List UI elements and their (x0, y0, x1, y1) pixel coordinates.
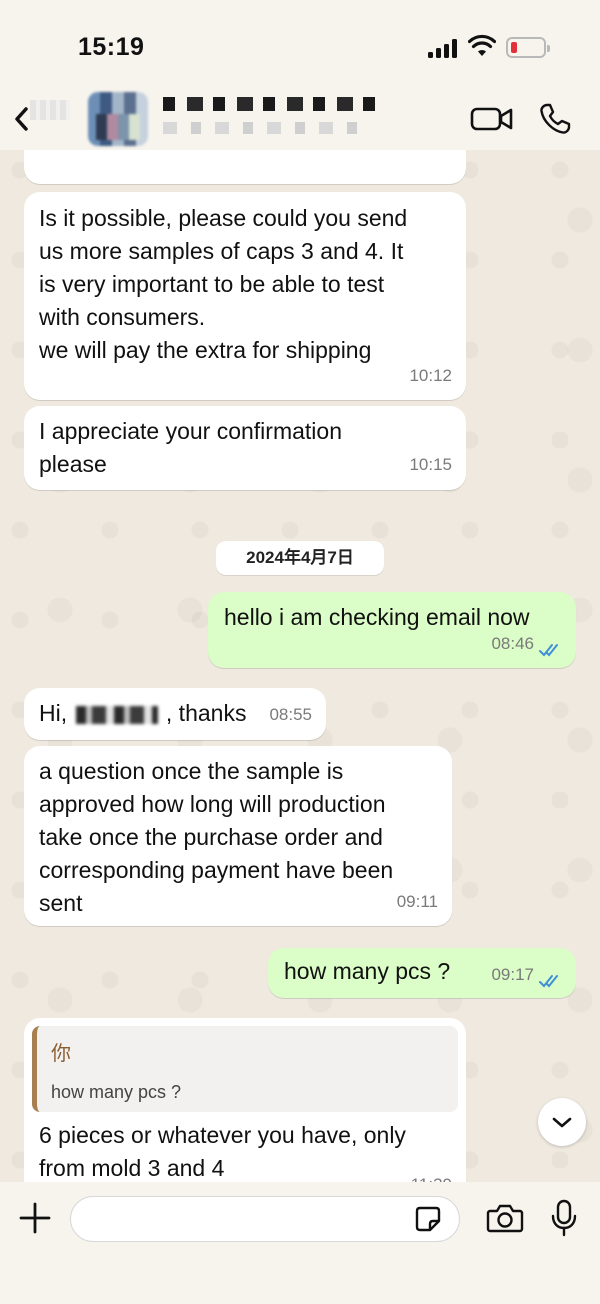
message-text: Is it possible, please could you send us… (39, 205, 408, 363)
greeting-text: Hi, (39, 700, 68, 726)
message-incoming-reply[interactable]: 你 how many pcs ? 6 pieces or whatever yo… (24, 1018, 466, 1182)
thanks-text: , thanks (165, 700, 247, 726)
camera-icon[interactable] (486, 1202, 524, 1234)
message-time: 10:12 (409, 366, 452, 385)
phone-icon[interactable] (538, 102, 572, 136)
redacted-name (75, 705, 158, 724)
message-outgoing[interactable]: hello i am checking email now 08:46 (208, 592, 576, 668)
video-camera-icon[interactable] (470, 104, 514, 134)
message-time: 10:11 (412, 150, 454, 169)
wifi-icon (468, 34, 496, 56)
message-incoming[interactable]: 10:11 (24, 150, 466, 184)
microphone-icon[interactable] (550, 1198, 578, 1238)
plus-icon[interactable] (17, 1200, 53, 1236)
message-time: 08:55 (269, 705, 312, 724)
quote-author: 你 (51, 1043, 71, 1065)
chevron-down-icon (552, 1117, 572, 1128)
battery-icon (506, 37, 550, 58)
sticker-icon[interactable] (414, 1205, 442, 1233)
message-time: 11:39 (411, 1168, 452, 1182)
scroll-to-bottom-button[interactable] (538, 1098, 586, 1146)
unread-count-redacted[interactable] (30, 100, 70, 120)
message-text: 6 pieces or whatever you have, only from… (39, 1122, 406, 1181)
message-text: I appreciate your confirmation please (39, 418, 342, 477)
message-text: a question once the sample is approved h… (39, 758, 394, 916)
chat-header (0, 90, 600, 150)
message-incoming[interactable]: a question once the sample is approved h… (24, 746, 452, 926)
status-bar: 15:19 (0, 0, 600, 90)
message-text: Hi, , thanks (39, 697, 246, 730)
message-time: 10:15 (409, 455, 452, 474)
message-time: 09:17 (491, 965, 534, 984)
message-input[interactable] (70, 1196, 460, 1242)
message-incoming[interactable]: Is it possible, please could you send us… (24, 192, 466, 400)
status-time: 15:19 (78, 33, 145, 61)
message-outgoing[interactable]: how many pcs ? 09:17 (268, 948, 576, 998)
message-incoming[interactable]: I appreciate your confirmation please 10… (24, 406, 466, 490)
read-ticks-icon (539, 975, 558, 988)
read-ticks-icon (539, 644, 558, 657)
quoted-message[interactable]: 你 how many pcs ? (32, 1026, 458, 1112)
contact-status-redacted (163, 122, 363, 134)
message-incoming[interactable]: Hi, , thanks 08:55 (24, 688, 326, 740)
date-separator: 2024年4月7日 (216, 541, 384, 575)
quote-text: how many pcs ? (51, 1082, 182, 1102)
message-time: 08:46 (491, 634, 534, 653)
avatar[interactable] (88, 92, 148, 146)
message-list[interactable]: 10:11 Is it possible, please could you s… (0, 150, 600, 1182)
contact-name-redacted[interactable] (163, 97, 378, 111)
composer-bar (0, 1182, 600, 1304)
message-time: 09:11 (396, 892, 438, 911)
cellular-signal-icon (428, 38, 460, 58)
